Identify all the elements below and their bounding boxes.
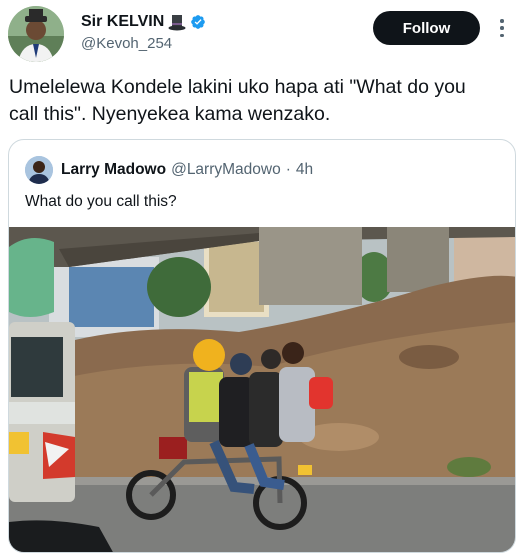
more-options-icon[interactable] — [494, 16, 510, 40]
quoted-timestamp[interactable]: 4h — [296, 161, 313, 179]
quoted-tweet-text: What do you call this? — [25, 193, 177, 210]
verified-badge-icon — [190, 14, 206, 30]
separator-dot: · — [285, 161, 291, 178]
author-handle[interactable]: @Kevoh_254 — [81, 35, 172, 52]
quoted-author-display-name[interactable]: Larry Madowo — [61, 161, 166, 179]
author-display-name[interactable]: Sir KELVIN — [81, 13, 164, 31]
follow-button[interactable]: Follow — [373, 11, 480, 45]
quoted-tweet-card[interactable]: Larry Madowo @LarryMadowo · 4h What do y… — [8, 139, 516, 553]
quoted-author-handle[interactable]: @LarryMadowo — [171, 161, 281, 179]
author-avatar[interactable] — [8, 6, 64, 62]
quoted-author-avatar[interactable] — [25, 156, 53, 184]
tweet-text: Umelelewa Kondele lakini uko hapa ati "W… — [9, 74, 521, 128]
quoted-tweet-photo[interactable] — [9, 227, 515, 552]
tweet-header: Sir KELVIN @Kevoh_254 Follow — [0, 0, 529, 68]
top-hat-emoji-icon — [168, 14, 186, 31]
tweet-text-line: Umelelewa Kondele lakini uko hapa ati "W… — [9, 76, 466, 98]
tweet-text-line: call this". Nyenyekea kama wenzako. — [9, 103, 331, 125]
